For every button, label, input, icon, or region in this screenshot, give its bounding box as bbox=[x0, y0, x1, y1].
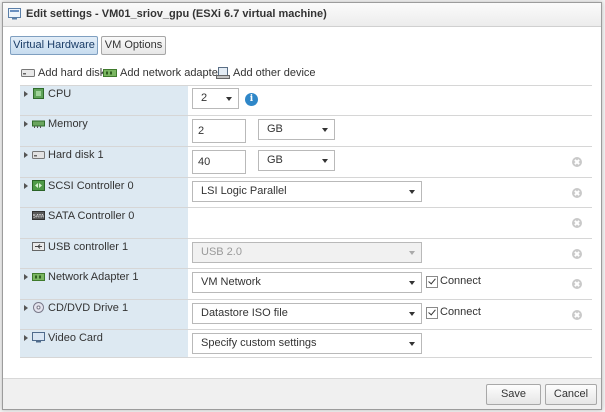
cpu-count-select[interactable]: 2 bbox=[192, 88, 239, 109]
usb-controller-icon bbox=[32, 242, 45, 251]
cpu-label-cell: CPU bbox=[20, 86, 188, 115]
chevron-down-icon bbox=[409, 281, 415, 285]
expand-arrow-icon[interactable] bbox=[24, 305, 28, 311]
hard-disk-icon bbox=[32, 151, 45, 159]
vm-settings-icon bbox=[8, 8, 21, 20]
hard-disk-label-cell: Hard disk 1 bbox=[20, 147, 188, 177]
cd-dvd-icon bbox=[33, 302, 44, 313]
network-adapter-label: Network Adapter 1 bbox=[48, 271, 139, 283]
network-adapter-icon bbox=[103, 69, 117, 77]
sata-label-cell: SATA SATA Controller 0 bbox=[20, 208, 188, 238]
network-connect-label: Connect bbox=[440, 275, 481, 287]
usb-type-value: USB 2.0 bbox=[201, 246, 242, 258]
sata-controller-icon: SATA bbox=[32, 211, 45, 220]
hard-disk-label: Hard disk 1 bbox=[48, 149, 104, 161]
hardware-grid: CPU 2 i Memory 2 GB Hard disk 1 40 GB SC… bbox=[20, 85, 592, 358]
cpu-count-value: 2 bbox=[201, 92, 208, 104]
scsi-controller-icon bbox=[32, 180, 45, 191]
dialog-footer: Save Cancel bbox=[3, 378, 601, 409]
expand-arrow-icon[interactable] bbox=[24, 183, 28, 189]
cpu-icon bbox=[33, 88, 44, 99]
cancel-button[interactable]: Cancel bbox=[545, 384, 597, 405]
hard-disk-row: Hard disk 1 40 GB bbox=[20, 147, 592, 178]
scsi-controller-label: SCSI Controller 0 bbox=[48, 180, 134, 192]
info-icon[interactable]: i bbox=[245, 93, 258, 106]
cd-dvd-connect-label: Connect bbox=[440, 306, 481, 318]
chevron-down-icon bbox=[322, 159, 328, 163]
scsi-type-select[interactable]: LSI Logic Parallel bbox=[192, 181, 422, 202]
scsi-label-cell: SCSI Controller 0 bbox=[20, 178, 188, 207]
add-network-adapter-label: Add network adapter bbox=[120, 67, 222, 79]
checkbox-checked-icon bbox=[426, 307, 438, 319]
memory-input[interactable]: 2 bbox=[192, 119, 246, 143]
chevron-down-icon bbox=[409, 312, 415, 316]
cpu-row: CPU 2 i bbox=[20, 86, 592, 116]
hard-disk-icon bbox=[21, 69, 35, 77]
cd-dvd-label: CD/DVD Drive 1 bbox=[48, 302, 129, 314]
usb-label-cell: USB controller 1 bbox=[20, 239, 188, 268]
usb-controller-row: USB controller 1 USB 2.0 bbox=[20, 239, 592, 269]
video-card-row: Video Card Specify custom settings bbox=[20, 330, 592, 358]
expand-arrow-icon[interactable] bbox=[24, 274, 28, 280]
expand-arrow-icon[interactable] bbox=[24, 121, 28, 127]
hard-disk-unit-select[interactable]: GB bbox=[258, 150, 335, 171]
add-hard-disk-label: Add hard disk bbox=[38, 67, 106, 79]
chevron-down-icon bbox=[409, 251, 415, 255]
video-card-label: Video Card bbox=[48, 332, 103, 344]
sata-controller-label: SATA Controller 0 bbox=[48, 210, 135, 222]
memory-unit-value: GB bbox=[267, 123, 283, 135]
cd-dvd-media-select[interactable]: Datastore ISO file bbox=[192, 303, 422, 324]
remove-hard-disk-icon[interactable] bbox=[572, 157, 582, 167]
chevron-down-icon bbox=[226, 97, 232, 101]
network-adapter-row: Network Adapter 1 VM Network Connect bbox=[20, 269, 592, 300]
edit-settings-dialog: Edit settings - VM01_sriov_gpu (ESXi 6.7… bbox=[2, 2, 602, 410]
chevron-down-icon bbox=[409, 342, 415, 346]
network-select[interactable]: VM Network bbox=[192, 272, 422, 293]
network-adapter-icon bbox=[32, 273, 45, 281]
network-value: VM Network bbox=[201, 276, 261, 288]
hard-disk-unit-value: GB bbox=[267, 154, 283, 166]
save-button[interactable]: Save bbox=[486, 384, 541, 405]
device-icon bbox=[216, 67, 230, 79]
svg-text:SATA: SATA bbox=[33, 214, 45, 220]
cpu-label: CPU bbox=[48, 88, 72, 100]
usb-controller-label: USB controller 1 bbox=[48, 241, 129, 253]
remove-sata-controller-icon[interactable] bbox=[572, 218, 582, 228]
cd-dvd-drive-row: CD/DVD Drive 1 Datastore ISO file Connec… bbox=[20, 300, 592, 330]
scsi-controller-row: SCSI Controller 0 LSI Logic Parallel bbox=[20, 178, 592, 208]
hard-disk-size-input[interactable]: 40 bbox=[192, 150, 246, 174]
memory-label-cell: Memory bbox=[20, 116, 188, 146]
video-card-icon bbox=[32, 332, 45, 343]
video-card-value: Specify custom settings bbox=[201, 337, 317, 349]
memory-icon bbox=[32, 120, 45, 128]
checkbox-checked-icon bbox=[426, 276, 438, 288]
memory-unit-select[interactable]: GB bbox=[258, 119, 335, 140]
remove-usb-controller-icon[interactable] bbox=[572, 249, 582, 259]
sata-controller-row: SATA SATA Controller 0 bbox=[20, 208, 592, 239]
add-other-device-label: Add other device bbox=[233, 67, 316, 79]
video-card-label-cell: Video Card bbox=[20, 330, 188, 357]
cd-dvd-label-cell: CD/DVD Drive 1 bbox=[20, 300, 188, 329]
remove-network-adapter-icon[interactable] bbox=[572, 279, 582, 289]
network-adapter-label-cell: Network Adapter 1 bbox=[20, 269, 188, 299]
dialog-title: Edit settings - VM01_sriov_gpu (ESXi 6.7… bbox=[26, 8, 327, 20]
chevron-down-icon bbox=[322, 128, 328, 132]
video-card-select[interactable]: Specify custom settings bbox=[192, 333, 422, 354]
remove-cd-dvd-drive-icon[interactable] bbox=[572, 310, 582, 320]
chevron-down-icon bbox=[409, 190, 415, 194]
tab-virtual-hardware[interactable]: Virtual Hardware bbox=[10, 36, 98, 55]
remove-scsi-controller-icon[interactable] bbox=[572, 188, 582, 198]
usb-type-select: USB 2.0 bbox=[192, 242, 422, 263]
tab-vm-options[interactable]: VM Options bbox=[101, 36, 166, 55]
title-bar: Edit settings - VM01_sriov_gpu (ESXi 6.7… bbox=[3, 3, 601, 27]
expand-arrow-icon[interactable] bbox=[24, 91, 28, 97]
expand-arrow-icon[interactable] bbox=[24, 335, 28, 341]
scsi-type-value: LSI Logic Parallel bbox=[201, 185, 287, 197]
memory-row: Memory 2 GB bbox=[20, 116, 592, 147]
memory-label: Memory bbox=[48, 118, 88, 130]
cd-dvd-media-value: Datastore ISO file bbox=[201, 307, 288, 319]
expand-arrow-icon[interactable] bbox=[24, 152, 28, 158]
